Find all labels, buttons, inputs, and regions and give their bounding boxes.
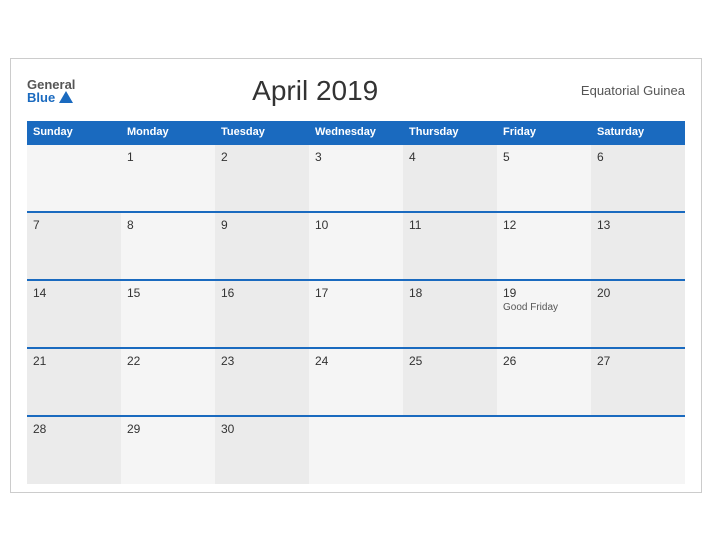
logo-general-text: General bbox=[27, 78, 75, 91]
weekday-header-tuesday: Tuesday bbox=[215, 121, 309, 144]
calendar-cell: 2 bbox=[215, 144, 309, 212]
calendar-cell: 26 bbox=[497, 348, 591, 416]
calendar-week-0: 123456 bbox=[27, 144, 685, 212]
calendar-cell: 27 bbox=[591, 348, 685, 416]
weekday-header-wednesday: Wednesday bbox=[309, 121, 403, 144]
calendar-cell: 20 bbox=[591, 280, 685, 348]
calendar-tbody: 12345678910111213141516171819Good Friday… bbox=[27, 144, 685, 484]
calendar-cell: 17 bbox=[309, 280, 403, 348]
day-number: 2 bbox=[221, 150, 303, 164]
day-number: 8 bbox=[127, 218, 209, 232]
day-number: 13 bbox=[597, 218, 679, 232]
day-number: 15 bbox=[127, 286, 209, 300]
calendar-cell: 21 bbox=[27, 348, 121, 416]
calendar-thead: SundayMondayTuesdayWednesdayThursdayFrid… bbox=[27, 121, 685, 144]
day-number: 6 bbox=[597, 150, 679, 164]
calendar-week-3: 21 22 23 24 25 26 27 bbox=[27, 348, 685, 416]
day-number: 11 bbox=[409, 218, 491, 232]
calendar-cell: 19 Good Friday bbox=[497, 280, 591, 348]
day-number: 16 bbox=[221, 286, 303, 300]
calendar-cell: 4 bbox=[403, 144, 497, 212]
calendar-cell: 8 bbox=[121, 212, 215, 280]
day-number: 25 bbox=[409, 354, 491, 368]
day-number: 19 bbox=[503, 286, 585, 300]
logo-blue-text: Blue bbox=[27, 91, 75, 104]
calendar-cell: 14 bbox=[27, 280, 121, 348]
calendar-cell: 5 bbox=[497, 144, 591, 212]
day-number: 7 bbox=[33, 218, 115, 232]
logo-triangle-icon bbox=[59, 91, 73, 103]
day-number: 20 bbox=[597, 286, 679, 300]
calendar-cell bbox=[591, 416, 685, 484]
day-number: 18 bbox=[409, 286, 491, 300]
day-number: 10 bbox=[315, 218, 397, 232]
calendar-cell bbox=[403, 416, 497, 484]
weekday-header-sunday: Sunday bbox=[27, 121, 121, 144]
calendar-cell: 18 bbox=[403, 280, 497, 348]
weekday-header-saturday: Saturday bbox=[591, 121, 685, 144]
weekday-header-friday: Friday bbox=[497, 121, 591, 144]
calendar-cell: 16 bbox=[215, 280, 309, 348]
calendar-cell: 11 bbox=[403, 212, 497, 280]
day-event: Good Friday bbox=[503, 302, 585, 313]
day-number: 23 bbox=[221, 354, 303, 368]
calendar-grid: SundayMondayTuesdayWednesdayThursdayFrid… bbox=[27, 121, 685, 484]
calendar-cell: 29 bbox=[121, 416, 215, 484]
day-number: 17 bbox=[315, 286, 397, 300]
calendar-header: General Blue April 2019 Equatorial Guine… bbox=[27, 75, 685, 107]
calendar-cell bbox=[309, 416, 403, 484]
day-number: 26 bbox=[503, 354, 585, 368]
day-number: 22 bbox=[127, 354, 209, 368]
calendar-cell: 28 bbox=[27, 416, 121, 484]
calendar-cell: 1 bbox=[121, 144, 215, 212]
day-number: 4 bbox=[409, 150, 491, 164]
calendar-title: April 2019 bbox=[75, 75, 555, 107]
calendar-cell: 22 bbox=[121, 348, 215, 416]
day-number: 9 bbox=[221, 218, 303, 232]
day-number: 12 bbox=[503, 218, 585, 232]
calendar-week-2: 14 15 16 17 18 19 Good Friday 20 bbox=[27, 280, 685, 348]
calendar-cell: 30 bbox=[215, 416, 309, 484]
calendar-cell bbox=[497, 416, 591, 484]
day-number: 5 bbox=[503, 150, 585, 164]
day-number: 30 bbox=[221, 422, 303, 436]
calendar-cell: 24 bbox=[309, 348, 403, 416]
day-number: 24 bbox=[315, 354, 397, 368]
day-number: 1 bbox=[127, 150, 209, 164]
calendar-cell: 10 bbox=[309, 212, 403, 280]
calendar-cell: 6 bbox=[591, 144, 685, 212]
weekday-header-monday: Monday bbox=[121, 121, 215, 144]
calendar-week-4: 28 29 30 bbox=[27, 416, 685, 484]
calendar-cell: 12 bbox=[497, 212, 591, 280]
calendar-cell: 25 bbox=[403, 348, 497, 416]
day-number: 28 bbox=[33, 422, 115, 436]
calendar-cell: 15 bbox=[121, 280, 215, 348]
logo: General Blue bbox=[27, 78, 75, 104]
calendar-cell: 3 bbox=[309, 144, 403, 212]
calendar-country: Equatorial Guinea bbox=[555, 83, 685, 98]
calendar-cell bbox=[27, 144, 121, 212]
calendar-container: General Blue April 2019 Equatorial Guine… bbox=[10, 58, 702, 493]
calendar-cell: 13 bbox=[591, 212, 685, 280]
day-number: 29 bbox=[127, 422, 209, 436]
calendar-cell: 23 bbox=[215, 348, 309, 416]
day-number: 14 bbox=[33, 286, 115, 300]
weekday-header-thursday: Thursday bbox=[403, 121, 497, 144]
calendar-cell: 7 bbox=[27, 212, 121, 280]
calendar-week-1: 789 10 11 12 13 bbox=[27, 212, 685, 280]
day-number: 3 bbox=[315, 150, 397, 164]
calendar-cell: 9 bbox=[215, 212, 309, 280]
weekday-header-row: SundayMondayTuesdayWednesdayThursdayFrid… bbox=[27, 121, 685, 144]
day-number: 21 bbox=[33, 354, 115, 368]
day-number: 27 bbox=[597, 354, 679, 368]
